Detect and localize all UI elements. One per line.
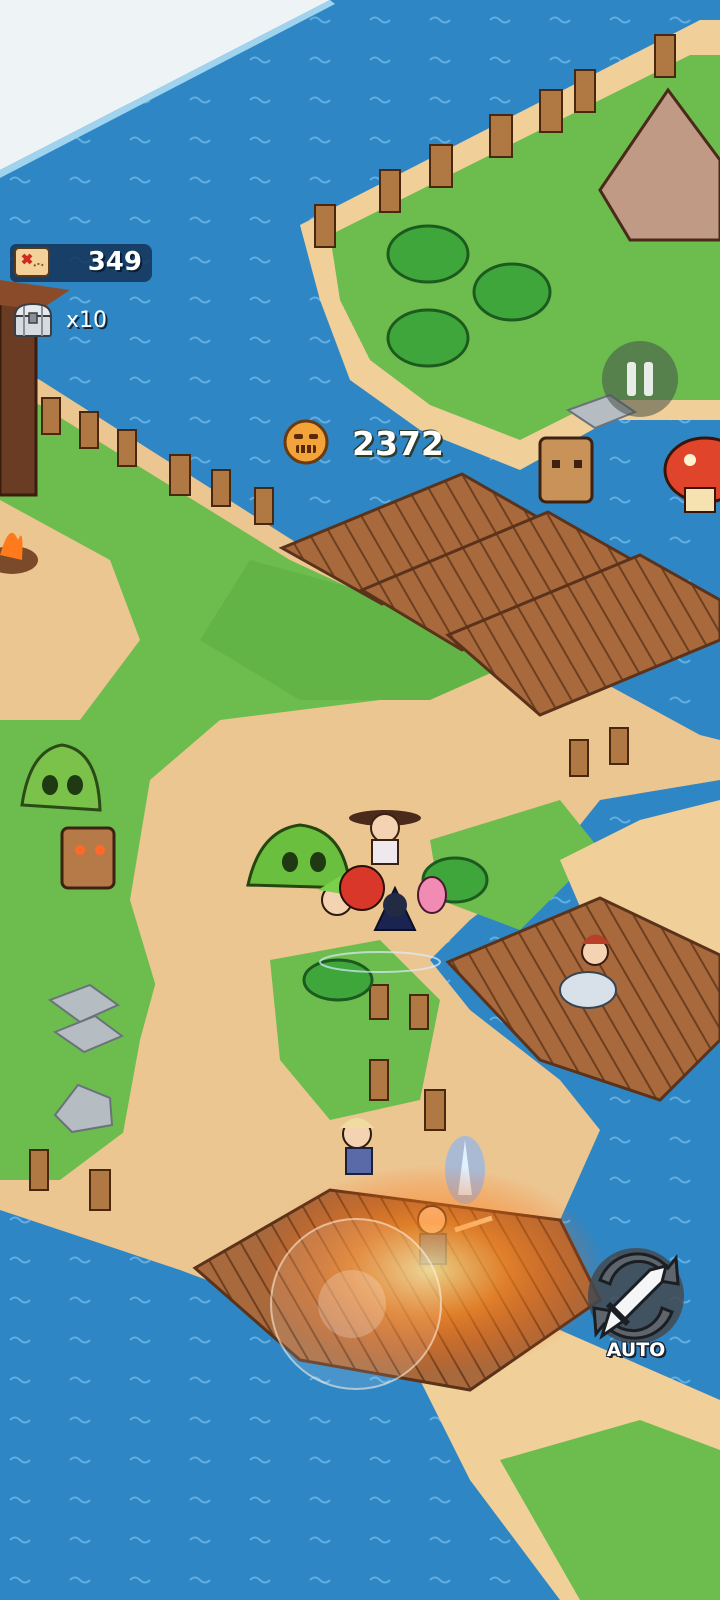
chest-counter: x10 [10, 300, 120, 340]
treasure-chest-icon [13, 302, 53, 337]
virtual-joystick[interactable] [270, 1218, 442, 1390]
auto-attack-button[interactable]: AUTO [580, 1240, 692, 1366]
enemy-stump-northeast[interactable] [538, 436, 594, 504]
enemy-stump-west[interactable] [60, 826, 116, 890]
coin-count: 2372 [352, 424, 444, 463]
treasure-map-icon [14, 247, 50, 277]
auto-label: AUTO [606, 1339, 666, 1361]
joystick-knob[interactable] [318, 1270, 386, 1338]
coin-counter: 2372 [282, 418, 452, 468]
map-count: 349 [87, 247, 142, 277]
chest-count: x10 [66, 308, 108, 333]
map-counter: 349 [10, 244, 152, 282]
tribal-mask-coin-icon [283, 419, 329, 465]
auto-attack-sword-icon [588, 1248, 684, 1344]
pause-button[interactable] [602, 341, 678, 417]
